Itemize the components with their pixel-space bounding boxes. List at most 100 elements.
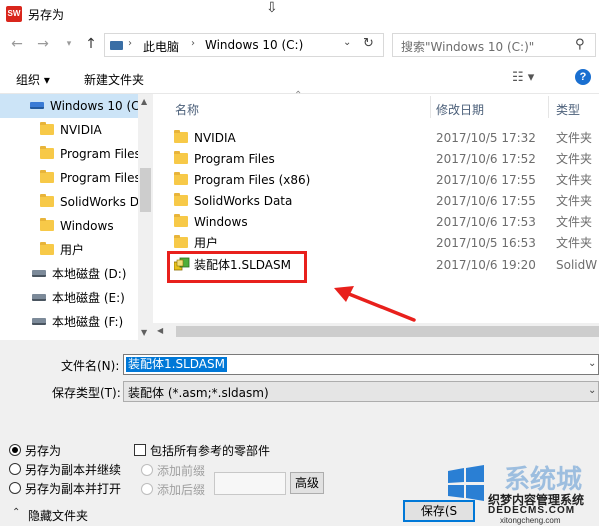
breadcrumb-drive-c[interactable]: Windows 10 (C:) (205, 38, 303, 52)
include-refs-label: 包括所有参考的零部件 (150, 444, 271, 458)
file-name: Program Files (x86) (194, 173, 311, 187)
file-type: 文件夹 (556, 215, 593, 229)
folder-icon (40, 122, 54, 135)
watermark-domain: DEDECMS.COM (488, 505, 576, 516)
windows-logo-icon (448, 465, 484, 501)
nav-pane-scroll-thumb[interactable] (140, 168, 151, 212)
organize-menu-button[interactable]: 组织 ▾ (16, 71, 50, 88)
add-prefix-radio[interactable] (141, 464, 153, 476)
file-date: 2017/10/5 16:53 (436, 236, 536, 250)
file-row-program-files-x86[interactable]: Program Files (x86) 2017/10/6 17:55 文件夹 (170, 170, 599, 191)
nav-item-label: SolidWorks D (60, 195, 138, 209)
scroll-up-icon[interactable]: ▲ (141, 97, 147, 106)
nav-item-label: NVIDIA (60, 123, 102, 137)
drive-icon (32, 294, 46, 301)
savetype-label: 保存类型(T): (52, 386, 121, 400)
file-type: 文件夹 (556, 131, 593, 145)
file-date: 2017/10/6 17:53 (436, 215, 536, 229)
nav-item-program-files[interactable]: Program Files (0, 142, 138, 166)
windows-drive-icon (30, 102, 44, 109)
recent-dropdown-icon[interactable]: ▾ (60, 35, 78, 53)
folder-icon (174, 130, 188, 143)
column-divider[interactable] (548, 96, 549, 118)
folder-icon (40, 242, 54, 255)
nav-item-solidworks-data[interactable]: SolidWorks D (0, 190, 138, 214)
site-watermark: 系统城 织梦内容管理系统 DEDECMS.COM xitongcheng.com (440, 455, 599, 526)
save-as-copy-open-radio[interactable] (9, 482, 21, 494)
folder-icon (40, 218, 54, 231)
folder-icon (40, 194, 54, 207)
help-icon[interactable]: ? (575, 69, 591, 85)
hide-folders-link[interactable]: 隐藏文件夹 (28, 507, 88, 524)
file-type: SolidW (556, 258, 598, 272)
breadcrumb-this-pc[interactable]: 此电脑 (143, 38, 179, 55)
file-type: 文件夹 (556, 194, 593, 208)
save-as-copy-open-label: 另存为副本并打开 (25, 482, 122, 496)
filename-input[interactable]: 装配体1.SLDASM ⌄ (123, 354, 599, 375)
breadcrumb-separator-icon: › (128, 38, 132, 49)
address-dropdown-icon[interactable]: ⌄ (343, 37, 351, 48)
forward-arrow-icon[interactable]: → (34, 35, 52, 53)
refresh-icon[interactable]: ↻ (363, 36, 374, 51)
savetype-select[interactable]: 装配体 (*.asm;*.sldasm) ⌄ (123, 381, 599, 402)
nav-item-drive-e[interactable]: 本地磁盘 (E:) (0, 286, 138, 310)
file-date: 2017/10/6 17:52 (436, 152, 536, 166)
file-row-windows[interactable]: Windows 2017/10/6 17:53 文件夹 (170, 212, 599, 233)
computer-icon (110, 41, 123, 50)
file-date: 2017/10/6 19:20 (436, 258, 536, 272)
nav-item-label: Program Files (60, 171, 138, 185)
view-options-icon[interactable]: ☷ ▾ (512, 70, 534, 85)
file-row-solidworks-data[interactable]: SolidWorks Data 2017/10/6 17:55 文件夹 (170, 191, 599, 212)
title-bar (0, 0, 599, 28)
column-header-name[interactable]: 名称 (175, 101, 199, 118)
chevron-up-icon[interactable]: ⌃ (12, 507, 20, 518)
filename-value: 装配体1.SLDASM (126, 357, 227, 372)
file-date: 2017/10/6 17:55 (436, 194, 536, 208)
column-divider[interactable] (430, 96, 431, 118)
save-as-copy-continue-radio[interactable] (9, 463, 21, 475)
search-box[interactable]: 搜索"Windows 10 (C:)" ⚲ (392, 33, 596, 57)
folder-icon (174, 151, 188, 164)
folder-icon (174, 235, 188, 248)
highlight-box (167, 251, 307, 283)
nav-item-nvidia[interactable]: NVIDIA (0, 118, 138, 142)
watermark-url: xitongcheng.com (500, 516, 561, 525)
file-row-program-files[interactable]: Program Files 2017/10/6 17:52 文件夹 (170, 149, 599, 170)
save-as-radio[interactable] (9, 444, 21, 456)
nav-item-label: 本地磁盘 (D:) (52, 267, 127, 281)
nav-pane-scrollbar[interactable] (138, 94, 153, 340)
prefix-suffix-input[interactable] (214, 472, 286, 495)
file-type: 文件夹 (556, 152, 593, 166)
include-refs-checkbox[interactable] (134, 444, 146, 456)
up-arrow-icon[interactable]: ↑ (82, 35, 100, 53)
nav-item-users[interactable]: 用户 (0, 238, 138, 262)
scroll-left-icon[interactable]: ◀ (157, 326, 163, 335)
file-row-nvidia[interactable]: NVIDIA 2017/10/5 17:32 文件夹 (170, 128, 599, 149)
file-name: Program Files (194, 152, 275, 166)
file-list-hscroll-thumb[interactable] (176, 326, 599, 337)
nav-item-drive-f[interactable]: 本地磁盘 (F:) (0, 310, 138, 334)
solidworks-app-icon: SW (6, 6, 22, 22)
file-name: SolidWorks Data (194, 194, 293, 208)
nav-item-windows[interactable]: Windows (0, 214, 138, 238)
scroll-down-icon[interactable]: ▼ (141, 328, 147, 337)
advanced-button[interactable]: 高级 (290, 472, 324, 494)
chevron-down-icon[interactable]: ⌄ (588, 385, 596, 396)
nav-item-label: 本地磁盘 (E:) (52, 291, 125, 305)
chevron-down-icon[interactable]: ⌄ (588, 358, 596, 369)
filename-label: 文件名(N): (61, 359, 120, 373)
drive-icon (32, 318, 46, 325)
back-arrow-icon[interactable]: ← (8, 35, 26, 53)
nav-item-drive-d[interactable]: 本地磁盘 (D:) (0, 262, 138, 286)
folder-icon (174, 214, 188, 227)
new-folder-button[interactable]: 新建文件夹 (84, 71, 144, 88)
red-pointer-arrow-icon (334, 286, 416, 322)
nav-item-program-files-x86[interactable]: Program Files (0, 166, 138, 190)
search-input[interactable]: 搜索"Windows 10 (C:)" (401, 38, 534, 55)
add-suffix-radio[interactable] (141, 483, 153, 495)
column-header-type[interactable]: 类型 (556, 101, 580, 118)
column-header-date[interactable]: 修改日期 (436, 101, 484, 118)
folder-icon (40, 170, 54, 183)
address-bar[interactable]: › 此电脑 › Windows 10 (C:) ⌄ ↻ (104, 33, 384, 57)
nav-item-drive-c[interactable]: Windows 10 (C (0, 94, 138, 118)
